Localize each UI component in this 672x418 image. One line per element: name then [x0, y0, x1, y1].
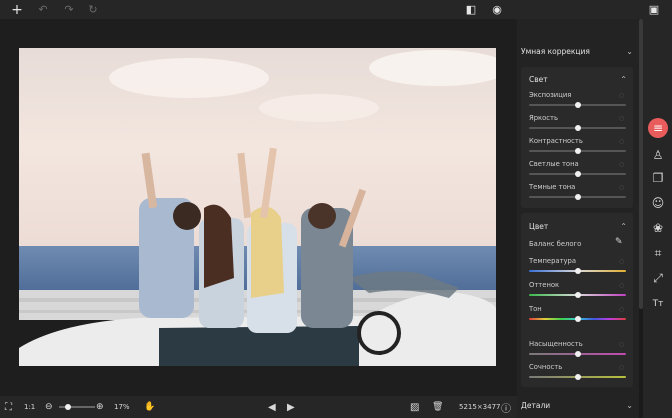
image-icon[interactable]: ▨: [410, 396, 419, 418]
slider-label: Насыщенность: [529, 340, 583, 348]
undo-icon[interactable]: ↶: [35, 0, 51, 19]
fit-screen-icon[interactable]: ⛶: [5, 396, 12, 418]
smart-correction-header[interactable]: Умная коррекция ⌄: [521, 42, 633, 60]
light-title: Свет: [529, 74, 548, 84]
color-icon[interactable]: ❀: [648, 218, 668, 238]
reset-circle-icon[interactable]: ○: [619, 184, 624, 191]
zoom-slider-knob[interactable]: [65, 404, 72, 410]
compare-icon[interactable]: ◧: [463, 0, 479, 19]
slider-knob[interactable]: [574, 194, 581, 200]
resize-icon[interactable]: ⤢: [648, 268, 668, 288]
slider-knob[interactable]: [574, 374, 581, 380]
stamp-icon[interactable]: ♙: [648, 145, 668, 165]
reset-circle-icon[interactable]: ○: [619, 115, 624, 122]
slider-knob[interactable]: [574, 102, 581, 108]
slider-label: Контрастность: [529, 137, 583, 145]
crop-icon[interactable]: ⌗: [648, 243, 668, 263]
details-header[interactable]: Детали ⌄: [521, 396, 633, 414]
smart-correction-label: Умная коррекция: [521, 46, 590, 56]
save-icon[interactable]: ▣: [646, 0, 662, 19]
light-header[interactable]: Свет ⌃: [521, 70, 633, 88]
slider-label: Сочность: [529, 363, 563, 371]
slider-label: Тон: [529, 305, 542, 313]
reset-circle-icon[interactable]: ○: [619, 258, 624, 265]
slider-label: Температура: [529, 257, 577, 265]
slider-knob[interactable]: [574, 351, 581, 357]
actual-size-button[interactable]: 1:1: [24, 396, 35, 418]
zoom-value: 17%: [114, 403, 130, 411]
photo-image: [19, 48, 496, 366]
white-balance-label: Баланс белого: [529, 240, 582, 248]
previous-image-icon[interactable]: ◀: [268, 396, 276, 418]
zoom-in-icon[interactable]: ⊕: [96, 396, 104, 418]
color-header[interactable]: Цвет ⌃: [521, 217, 633, 235]
text-icon[interactable]: Tт: [648, 294, 668, 314]
image-canvas[interactable]: [0, 19, 517, 396]
slider-knob[interactable]: [574, 316, 581, 322]
trash-icon[interactable]: 🗑: [432, 396, 443, 418]
slider-label: Экспозиция: [529, 91, 572, 99]
face-icon[interactable]: ☺: [648, 193, 668, 213]
chevron-down-icon: ⌄: [626, 46, 633, 56]
adjust-icon[interactable]: ≡: [648, 118, 668, 138]
eyedropper-icon[interactable]: ✎: [615, 237, 623, 247]
color-title: Цвет: [529, 221, 549, 231]
slider-knob[interactable]: [574, 171, 581, 177]
reset-circle-icon[interactable]: ○: [619, 341, 624, 348]
reset-icon[interactable]: ↻: [85, 0, 101, 19]
slider-label: Оттенок: [529, 281, 560, 289]
reset-circle-icon[interactable]: ○: [619, 92, 624, 99]
reset-circle-icon[interactable]: ○: [619, 138, 624, 145]
reset-circle-icon[interactable]: ○: [619, 306, 624, 313]
redo-icon[interactable]: ↷: [61, 0, 77, 19]
chevron-up-icon: ⌃: [620, 74, 627, 84]
slider-label: Яркость: [529, 114, 559, 122]
details-label: Детали: [521, 400, 551, 410]
preview-eye-icon[interactable]: ◉: [489, 0, 505, 19]
slider-knob[interactable]: [574, 125, 581, 131]
info-icon[interactable]: ⓘ: [501, 396, 511, 418]
reset-circle-icon[interactable]: ○: [619, 364, 624, 371]
slider-label: Светлые тона: [529, 160, 579, 168]
hand-icon[interactable]: ✋: [144, 396, 155, 418]
add-icon[interactable]: +: [9, 0, 25, 19]
next-image-icon[interactable]: ▶: [287, 396, 295, 418]
image-dimensions: 5215×3477: [459, 403, 501, 411]
slider-label: Темные тона: [529, 183, 576, 191]
bottom-bar: ⛶ 1:1 ⊖ ⊕ 17% ✋ ◀ ▶ ▨ 🗑 5215×3477 ⓘ: [0, 396, 517, 418]
chevron-up-icon: ⌃: [620, 221, 627, 231]
slider-knob[interactable]: [574, 292, 581, 298]
zoom-out-icon[interactable]: ⊖: [45, 396, 53, 418]
slider-knob[interactable]: [574, 268, 581, 274]
reset-circle-icon[interactable]: ○: [619, 282, 624, 289]
slider-knob[interactable]: [574, 148, 581, 154]
top-toolbar: + ↶ ↷ ↻ ◧ ◉ ▣: [0, 0, 672, 19]
layers-icon[interactable]: ❐: [648, 168, 668, 188]
photo-preview: [19, 48, 496, 366]
chevron-down-icon: ⌄: [626, 400, 633, 410]
reset-circle-icon[interactable]: ○: [619, 161, 624, 168]
